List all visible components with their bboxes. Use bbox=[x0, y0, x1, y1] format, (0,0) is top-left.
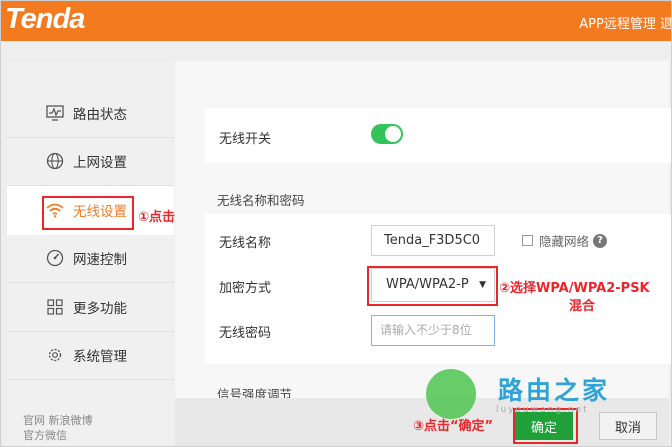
sidebar-item-system-management[interactable]: 系统管理 bbox=[7, 332, 174, 380]
sidebar-item-more-features[interactable]: 更多功能 bbox=[7, 283, 174, 332]
monitor-icon bbox=[45, 103, 65, 123]
watermark-url: luyouwang.net bbox=[496, 405, 589, 415]
annotation-step1: ①点击 bbox=[138, 210, 176, 225]
password-input[interactable]: 请输入不少于8位 bbox=[371, 315, 495, 346]
password-label: 无线密码 bbox=[219, 326, 272, 341]
highlight-encryption-select bbox=[367, 266, 498, 306]
sidebar-item-label: 网速控制 bbox=[73, 252, 127, 269]
footer-links-row[interactable]: 官网 新浪微博 bbox=[23, 413, 93, 428]
tenda-logo: Tenda bbox=[5, 3, 85, 35]
help-icon[interactable]: ? bbox=[593, 233, 608, 248]
hide-ssid-label: 隐藏网络 bbox=[539, 234, 590, 249]
checkbox-box[interactable] bbox=[522, 235, 533, 246]
wireless-switch-toggle[interactable] bbox=[371, 124, 403, 144]
wireless-switch-card bbox=[205, 108, 671, 163]
grid-icon bbox=[45, 297, 65, 317]
top-header: Tenda APP远程管理 退 bbox=[1, 1, 671, 41]
section-title-name-password: 无线名称和密码 bbox=[217, 193, 305, 208]
sidebar-item-label: 上网设置 bbox=[73, 155, 127, 172]
hide-ssid-checkbox[interactable]: 隐藏网络 ? bbox=[522, 231, 608, 250]
encryption-label: 加密方式 bbox=[219, 281, 272, 296]
annotation-step2-line1: ②选择WPA/WPA2-PSK bbox=[499, 281, 650, 296]
ssid-label: 无线名称 bbox=[219, 236, 272, 251]
sidebar-item-label: 系统管理 bbox=[73, 349, 127, 366]
highlight-wireless-settings bbox=[42, 196, 134, 230]
router-admin-window: Tenda APP远程管理 退 路由状态 上网设置 无线设置 网速控制 更多功能… bbox=[0, 0, 672, 447]
gear-icon bbox=[45, 345, 65, 365]
globe-icon bbox=[45, 151, 65, 171]
footer-wechat-link[interactable]: 官方微信 bbox=[23, 428, 93, 443]
speedometer-icon bbox=[45, 248, 65, 268]
sidebar-item-internet-settings[interactable]: 上网设置 bbox=[7, 138, 174, 186]
sidebar: 路由状态 上网设置 无线设置 网速控制 更多功能 系统管理 官网 新浪微博 官方… bbox=[7, 61, 174, 446]
wireless-switch-label: 无线开关 bbox=[219, 132, 272, 147]
sidebar-nav: 路由状态 上网设置 无线设置 网速控制 更多功能 系统管理 bbox=[7, 89, 174, 380]
ssid-input[interactable]: Tenda_F3D5C0 bbox=[371, 225, 495, 256]
toggle-knob bbox=[385, 126, 401, 142]
watermark: 路由之家 luyouwang.net bbox=[426, 369, 666, 419]
watermark-logo-icon bbox=[426, 369, 476, 419]
watermark-text: 路由之家 bbox=[498, 376, 611, 405]
sidebar-item-label: 路由状态 bbox=[73, 106, 127, 123]
annotation-step2-line2: 混合 bbox=[569, 299, 596, 314]
app-remote-management-link[interactable]: APP远程管理 退 bbox=[579, 13, 671, 32]
sidebar-item-router-status[interactable]: 路由状态 bbox=[7, 89, 174, 138]
sidebar-item-label: 更多功能 bbox=[73, 300, 127, 317]
sidebar-item-speed-control[interactable]: 网速控制 bbox=[7, 235, 174, 283]
sidebar-footer: 官网 新浪微博 官方微信 bbox=[23, 413, 93, 443]
